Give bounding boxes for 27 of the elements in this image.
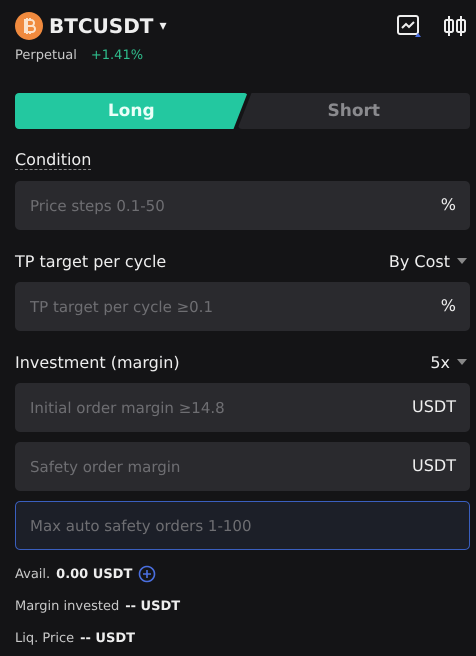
candlestick-icon[interactable] [442, 14, 468, 38]
unit-label: % [440, 195, 456, 214]
summary-label: Liq. Price [15, 630, 74, 646]
summary-label: Margin invested [15, 598, 120, 614]
contract-type: Perpetual [15, 48, 77, 63]
section-label: Investment (margin) [15, 352, 180, 372]
section-label: Condition [15, 150, 92, 170]
mode-select[interactable]: By Cost [388, 252, 470, 270]
unit-label: USDT [412, 456, 456, 475]
side-tab[interactable]: Short [238, 93, 470, 129]
summary-value: 0.00 USDT [56, 566, 132, 582]
coin-icon [15, 12, 43, 40]
summary-label: Avail. [15, 566, 50, 582]
input-field[interactable]: Max auto safety orders 1-100 [15, 501, 470, 550]
caret-icon[interactable]: ▾ [159, 18, 166, 34]
mode-select[interactable]: 5x [430, 352, 470, 372]
unit-label: USDT [412, 397, 456, 416]
chart-icon[interactable] [396, 14, 422, 38]
caret-icon [457, 258, 467, 264]
summary-value: -- USDT [80, 630, 135, 646]
price-change: +1.41% [90, 48, 144, 63]
unit-label: % [440, 296, 456, 315]
section-label: TP target per cycle [15, 252, 166, 270]
pair-name[interactable]: BTCUSDT [49, 14, 154, 38]
add-icon[interactable] [138, 565, 156, 583]
summary-value: -- USDT [125, 598, 180, 614]
caret-icon [457, 359, 467, 365]
